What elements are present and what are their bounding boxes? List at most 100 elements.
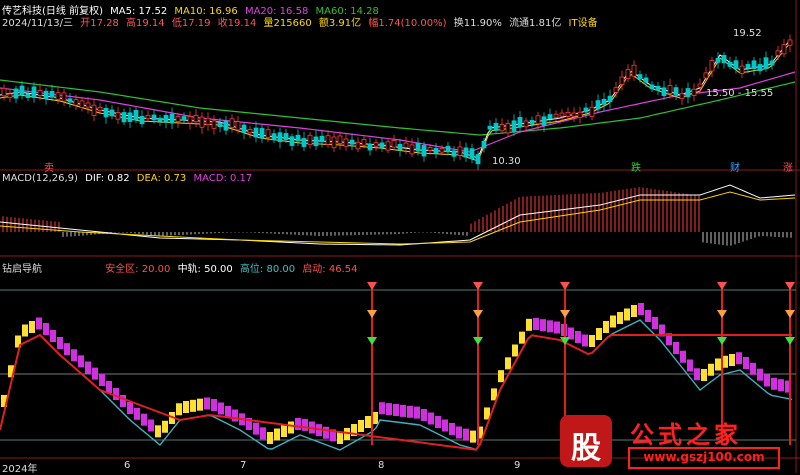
ladder-block — [743, 357, 749, 369]
indicator-high: 高位: 80.00 — [239, 264, 296, 275]
ladder-block — [22, 324, 28, 337]
candle-body — [43, 90, 49, 99]
candle-body — [175, 116, 181, 123]
candle-body — [385, 141, 391, 151]
watermark-url-box: www.gszj100.com — [628, 447, 780, 469]
ladder-block — [407, 405, 413, 418]
ladder-block — [449, 423, 455, 435]
candle-body — [571, 112, 577, 117]
ladder-block — [379, 402, 385, 415]
candle-body — [115, 112, 121, 120]
candle-body — [49, 90, 55, 98]
candle-body — [529, 120, 535, 125]
candle-body — [517, 116, 523, 128]
signal-gem-green-icon — [785, 337, 795, 345]
candle-body — [349, 139, 355, 145]
ladder-block — [547, 320, 553, 333]
ladder-block — [673, 342, 679, 354]
candle-body — [313, 136, 319, 147]
candle-body — [427, 147, 433, 151]
candle-body — [421, 145, 427, 157]
candle-body — [211, 120, 217, 129]
candle-body — [253, 127, 259, 138]
candle-body — [673, 87, 679, 95]
candle-body — [763, 57, 769, 69]
kline-chart-canvas[interactable] — [0, 0, 800, 473]
candle-body — [361, 139, 367, 146]
range-label: 15.50 - 15.55 — [706, 88, 774, 99]
ladder-block — [624, 308, 630, 321]
candle-body — [271, 133, 277, 141]
candle-body — [607, 95, 613, 103]
ladder-block — [631, 305, 637, 317]
ladder-block — [162, 420, 168, 433]
ladder-block — [505, 357, 511, 370]
ladder-block — [470, 430, 476, 443]
candle-body — [781, 44, 787, 55]
candle-body — [547, 114, 553, 120]
ladder-block — [43, 323, 49, 335]
ladder-block — [365, 416, 371, 428]
candle-body — [589, 106, 595, 117]
candle-body — [415, 142, 421, 152]
candle-body — [289, 136, 295, 146]
candle-body — [235, 121, 241, 131]
candle-body — [103, 107, 109, 118]
candle-body — [457, 146, 463, 156]
candle-body — [145, 114, 151, 120]
ladder-block — [386, 403, 392, 416]
candle-body — [55, 92, 61, 100]
candle-body — [709, 60, 715, 72]
candle-body — [133, 109, 139, 121]
candle-body — [685, 88, 691, 98]
ladder-block — [78, 355, 84, 368]
ladder-block — [708, 363, 714, 376]
ladder-block — [302, 418, 308, 431]
ladder-block — [260, 427, 266, 440]
candle-body — [19, 85, 25, 95]
candle-body — [217, 122, 223, 128]
signal-gem-green-icon — [717, 337, 727, 345]
candle-body — [535, 115, 541, 125]
candle-body — [631, 64, 637, 77]
signal-gem-red-icon — [560, 282, 570, 290]
candle-body — [343, 138, 349, 147]
ladder-block — [435, 416, 441, 428]
candle-body — [703, 72, 709, 79]
ladder-block — [127, 402, 133, 414]
dif-line — [0, 184, 796, 246]
candle-body — [151, 114, 157, 121]
time-axis-aug: 8 — [378, 460, 385, 471]
ladder-block — [267, 432, 273, 444]
candle-body — [319, 135, 325, 143]
candle-body — [355, 141, 361, 150]
ladder-block — [701, 369, 707, 381]
candle-body — [73, 99, 79, 106]
macd-title: MACD(12,26,9) — [2, 173, 78, 184]
candle-body — [787, 39, 793, 46]
candle-body — [451, 150, 457, 157]
ladder-block — [694, 368, 700, 381]
macd-dea: DEA: 0.73 — [136, 173, 187, 184]
ladder-block — [393, 404, 399, 416]
candle-body — [67, 98, 73, 103]
ladder-block — [232, 409, 238, 422]
ladder-block — [463, 428, 469, 441]
signal-gem-red-icon — [785, 282, 795, 290]
candle-body — [727, 61, 733, 67]
candle-body — [247, 129, 253, 134]
signal-gem-orange-icon — [560, 310, 570, 318]
candle-body — [523, 120, 529, 128]
ladder-block — [589, 335, 595, 347]
candle-body — [199, 116, 205, 128]
candle-body — [757, 64, 763, 72]
ladder-block — [617, 312, 623, 324]
candle-body — [655, 85, 661, 91]
ladder-block — [71, 349, 77, 362]
candle-body — [625, 69, 631, 80]
signal-gem-green-icon — [367, 337, 377, 345]
candle-body — [157, 117, 163, 122]
macd-dif: DIF: 0.82 — [85, 173, 130, 184]
ladder-block — [113, 388, 119, 400]
candle-body — [505, 123, 511, 134]
